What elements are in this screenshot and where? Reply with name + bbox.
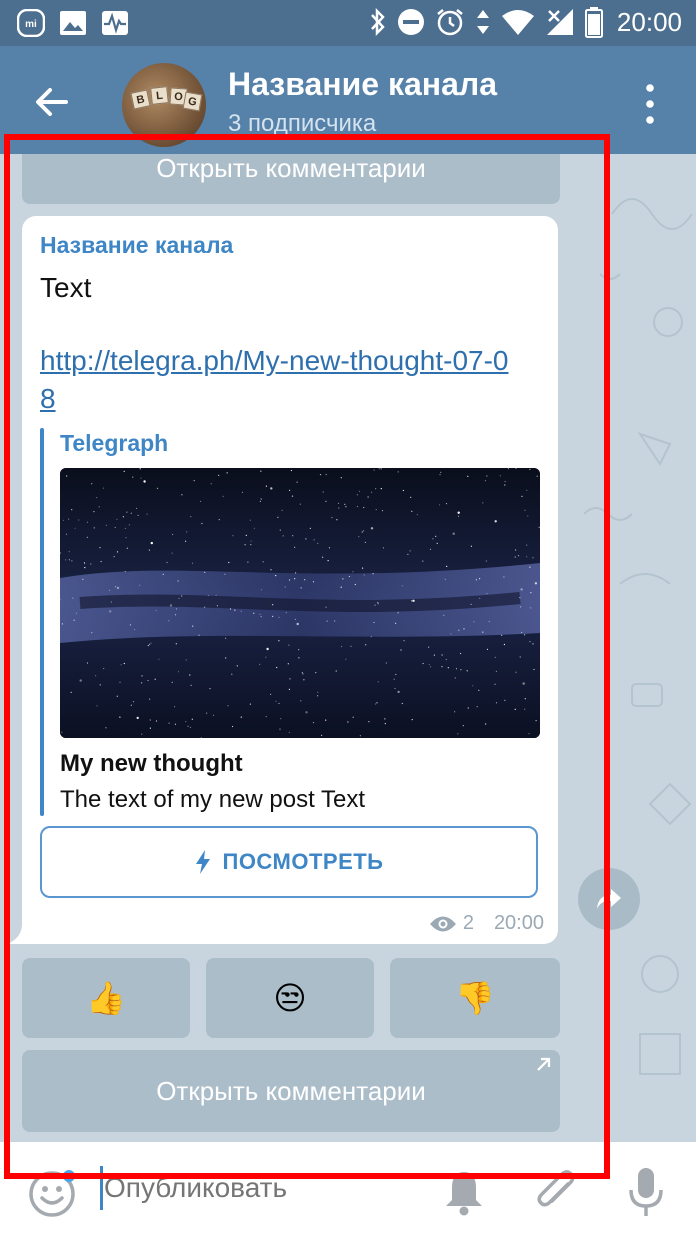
avatar-tile: B xyxy=(130,89,151,110)
avatar-tile: L xyxy=(150,86,169,105)
gallery-icon xyxy=(58,8,88,38)
share-arrow-icon xyxy=(597,889,621,909)
do-not-disturb-icon xyxy=(397,9,424,35)
data-arrows-icon xyxy=(476,10,489,34)
app-bar: B L O G Название канала 3 подписчика xyxy=(0,46,696,154)
channel-title[interactable]: Название канала xyxy=(228,66,497,103)
back-arrow-icon[interactable] xyxy=(30,80,74,124)
eye-icon xyxy=(429,916,456,931)
bluetooth-icon xyxy=(371,7,385,37)
status-time: 20:00 xyxy=(616,6,682,37)
message-time: 20:00 xyxy=(493,912,544,934)
message-meta: 2 20:00 xyxy=(429,912,544,935)
reaction-thumbs-up-button[interactable]: 👍 xyxy=(22,958,190,1038)
emoji-icon[interactable] xyxy=(28,1170,76,1218)
preview-image[interactable] xyxy=(60,468,540,738)
text-cursor xyxy=(100,1166,103,1210)
preview-site-name: Telegraph xyxy=(60,430,169,456)
external-link-icon xyxy=(537,1057,551,1071)
activity-icon xyxy=(100,8,130,38)
wifi-icon xyxy=(501,10,534,35)
view-count: 2 xyxy=(462,912,474,934)
attach-icon[interactable] xyxy=(532,1168,580,1216)
bubble-tail xyxy=(6,926,30,944)
input-bar xyxy=(0,1142,696,1237)
avatar-tile: G xyxy=(182,91,203,112)
bell-icon[interactable] xyxy=(442,1168,486,1216)
instant-view-label: ПОСМОТРЕТЬ xyxy=(222,849,384,874)
message-link[interactable]: http://telegra.ph/My-new-thought-07-08 xyxy=(40,342,510,418)
lightning-icon xyxy=(195,850,210,874)
open-comments-button[interactable]: Открыть комментарии xyxy=(22,1050,560,1132)
message-channel-name[interactable]: Название канала xyxy=(40,232,233,259)
svg-text:mi: mi xyxy=(25,19,37,30)
open-comments-label: Открыть комментарии xyxy=(156,1076,426,1106)
reaction-thumbs-down-button[interactable]: 👎 xyxy=(390,958,560,1038)
alarm-icon xyxy=(437,9,463,36)
preview-title: My new thought xyxy=(60,750,243,777)
no-signal-icon xyxy=(546,9,573,35)
link-preview-accent-bar xyxy=(40,428,44,816)
message-bubble: Название канала Text http://telegra.ph/M… xyxy=(22,216,558,944)
subscriber-count: 3 подписчика xyxy=(228,110,377,137)
preview-description: The text of my new post Text xyxy=(60,786,366,813)
chat-area[interactable]: Открыть комментарии Название канала Text… xyxy=(0,154,696,1142)
battery-icon xyxy=(584,7,603,38)
status-bar: mi 20:00 xyxy=(0,0,696,46)
channel-avatar[interactable]: B L O G xyxy=(122,63,206,147)
mi-icon: mi xyxy=(16,8,46,38)
microphone-icon[interactable] xyxy=(626,1166,666,1218)
share-button[interactable] xyxy=(578,868,640,930)
instant-view-button[interactable]: ПОСМОТРЕТЬ xyxy=(40,826,538,898)
reaction-unamused-button[interactable]: 😒 xyxy=(206,958,374,1038)
more-options-icon[interactable] xyxy=(640,82,660,126)
message-input[interactable] xyxy=(104,1172,424,1204)
open-comments-button-top[interactable]: Открыть комментарии xyxy=(22,154,560,204)
message-text: Text xyxy=(40,272,92,303)
